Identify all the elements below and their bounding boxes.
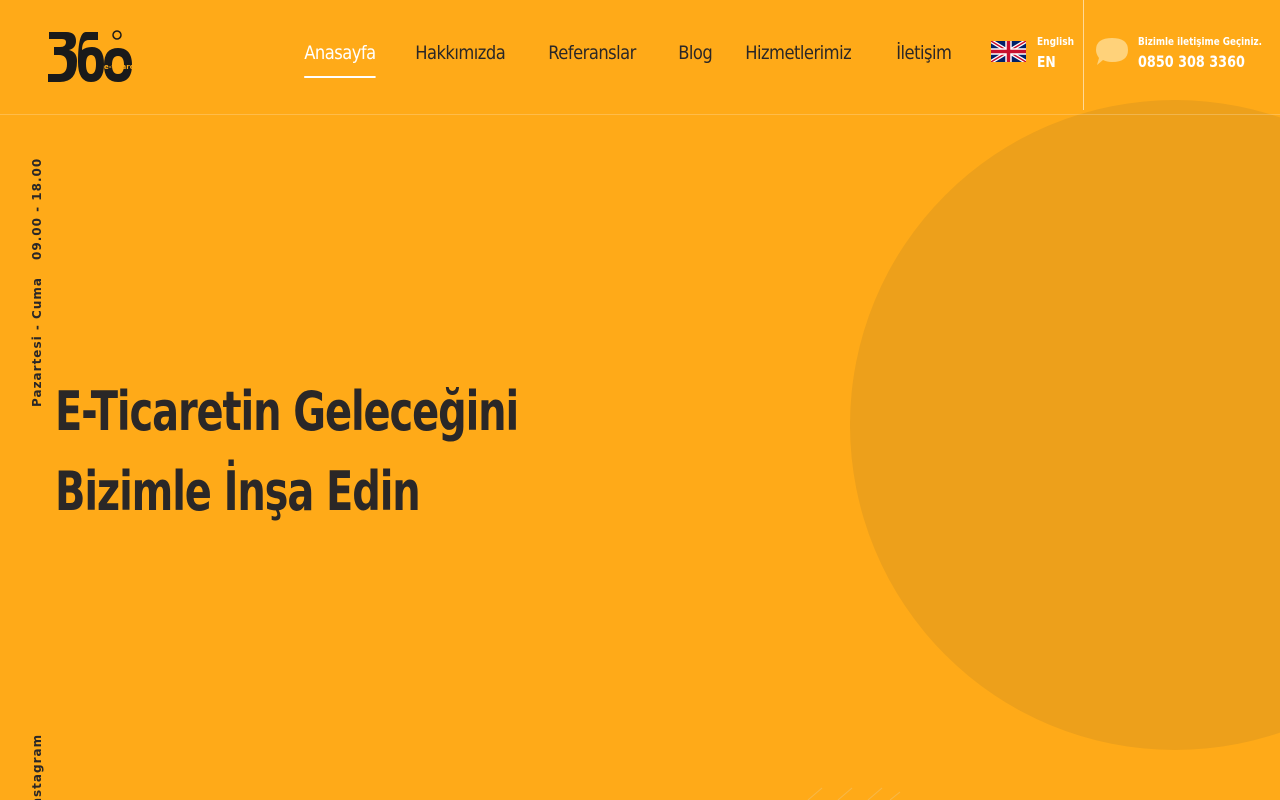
nav-item-referanslar[interactable]: Referanslar bbox=[531, 38, 653, 78]
page: e-ticaret Anasayfa Hakkımızda Referansla… bbox=[0, 0, 1280, 800]
language-switcher[interactable]: English EN bbox=[991, 34, 1079, 76]
nav-item-blog[interactable]: Blog bbox=[661, 38, 729, 78]
hero-title-line-1: E-Ticaretin Geleceğini bbox=[55, 380, 519, 443]
nav-label: Anasayfa bbox=[304, 42, 376, 64]
nav-item-hizmetlerimiz[interactable]: Hizmetlerimiz bbox=[728, 38, 868, 78]
language-code: EN bbox=[1037, 53, 1056, 71]
nav-item-hakkimizda[interactable]: Hakkımızda bbox=[398, 38, 522, 78]
contact-phone-link[interactable]: 0850 308 3360 bbox=[1138, 52, 1245, 71]
decorative-lines bbox=[807, 787, 901, 800]
main-nav: Anasayfa Hakkımızda Referanslar Blog Hiz… bbox=[287, 38, 972, 78]
nav-item-anasayfa[interactable]: Anasayfa bbox=[287, 38, 393, 78]
working-hours: 09.00 - 18.00 bbox=[30, 157, 44, 260]
brand-logo-icon: e-ticaret bbox=[48, 30, 138, 82]
logo-sub-text: e-ticaret bbox=[104, 63, 138, 71]
nav-label: İletişim bbox=[896, 42, 953, 64]
uk-flag-icon bbox=[991, 41, 1026, 62]
hero-title: E-Ticaretin Geleceğini Bizimle İnşa Edin bbox=[55, 372, 573, 532]
instagram-link[interactable]: Instagram bbox=[30, 734, 44, 800]
decorative-circle bbox=[850, 100, 1280, 750]
nav-item-iletisim[interactable]: İletişim bbox=[879, 38, 969, 78]
nav-label: Hizmetlerimiz bbox=[745, 42, 852, 64]
nav-label: Hakkımızda bbox=[415, 42, 506, 64]
contact-block: Bizimle iletişime Geçiniz. 0850 308 3360 bbox=[1094, 34, 1274, 78]
nav-label: Blog bbox=[677, 42, 713, 64]
active-underline bbox=[304, 76, 376, 78]
header-divider bbox=[1083, 0, 1084, 110]
site-header: e-ticaret Anasayfa Hakkımızda Referansla… bbox=[0, 0, 1280, 115]
contact-label: Bizimle iletişime Geçiniz. bbox=[1138, 35, 1262, 48]
language-name: English bbox=[1037, 35, 1075, 48]
nav-label: Referanslar bbox=[547, 42, 636, 64]
brand-logo[interactable]: e-ticaret bbox=[46, 28, 138, 90]
working-days: Pazartesi - Cuma bbox=[30, 277, 44, 407]
hero-title-line-2: Bizimle İnşa Edin bbox=[55, 460, 421, 523]
chat-bubble-icon bbox=[1096, 38, 1128, 65]
